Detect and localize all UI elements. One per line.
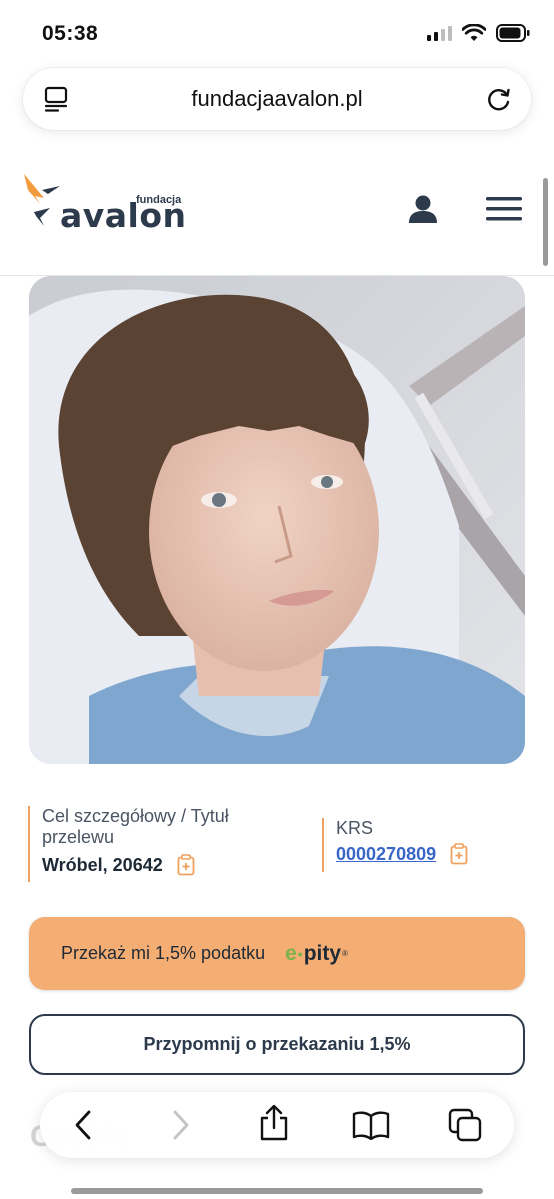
wifi-icon: [462, 24, 486, 41]
donate-tax-label: Przekaż mi 1,5% podatku: [61, 943, 266, 963]
share-icon[interactable]: [258, 1104, 290, 1142]
status-bar: 05:38: [0, 0, 554, 70]
scroll-indicator[interactable]: [543, 178, 548, 266]
battery-icon: [496, 24, 530, 42]
address-bar[interactable]: fundacjaavalon.pl: [23, 68, 531, 130]
transfer-title-label: Cel szczegółowy / Tytuł przelewu: [42, 806, 229, 847]
transfer-title-value: Wróbel, 20642: [42, 854, 163, 875]
remind-button[interactable]: Przypomnij o przekazaniu 1,5%: [29, 1014, 525, 1075]
url-text[interactable]: fundacjaavalon.pl: [23, 86, 531, 112]
epity-logo-e: e: [285, 941, 297, 965]
user-icon[interactable]: [406, 194, 440, 224]
krs-label: KRS: [336, 818, 374, 838]
copy-icon[interactable]: [177, 854, 195, 876]
transfer-info: Cel szczegółowy / Tytuł przelewu Wróbel,…: [28, 806, 528, 886]
transfer-title-block: Cel szczegółowy / Tytuł przelewu Wróbel,…: [28, 806, 268, 882]
krs-number-link[interactable]: 0000270809: [336, 844, 436, 865]
site-logo[interactable]: fundacja avalon: [20, 172, 190, 236]
reader-icon[interactable]: [43, 86, 69, 112]
epity-logo-text: pity: [303, 941, 342, 965]
transfer-title-row: Wróbel, 20642: [42, 854, 268, 876]
krs-row: 0000270809: [336, 843, 502, 865]
epity-logo-mark: ®: [342, 949, 348, 958]
browser-toolbar: [40, 1092, 514, 1158]
beneficiary-photo: [29, 276, 525, 764]
status-time: 05:38: [42, 22, 99, 45]
cellular-signal-icon: [427, 25, 452, 41]
logo-main-text: avalon: [60, 196, 187, 235]
back-icon[interactable]: [72, 1108, 94, 1142]
bookmarks-icon[interactable]: [352, 1110, 390, 1140]
status-icons: [427, 24, 530, 42]
site-header: fundacja avalon: [0, 150, 554, 276]
donate-tax-button[interactable]: Przekaż mi 1,5% podatku e • pity ®: [29, 917, 525, 990]
epity-logo: e • pity ®: [285, 941, 348, 965]
krs-block: KRS 0000270809: [322, 818, 502, 872]
copy-icon[interactable]: [450, 843, 468, 865]
hamburger-menu-icon[interactable]: [486, 196, 522, 222]
forward-icon[interactable]: [170, 1108, 192, 1142]
tabs-icon[interactable]: [448, 1108, 482, 1142]
home-indicator[interactable]: [71, 1188, 483, 1194]
reload-icon[interactable]: [485, 85, 513, 113]
